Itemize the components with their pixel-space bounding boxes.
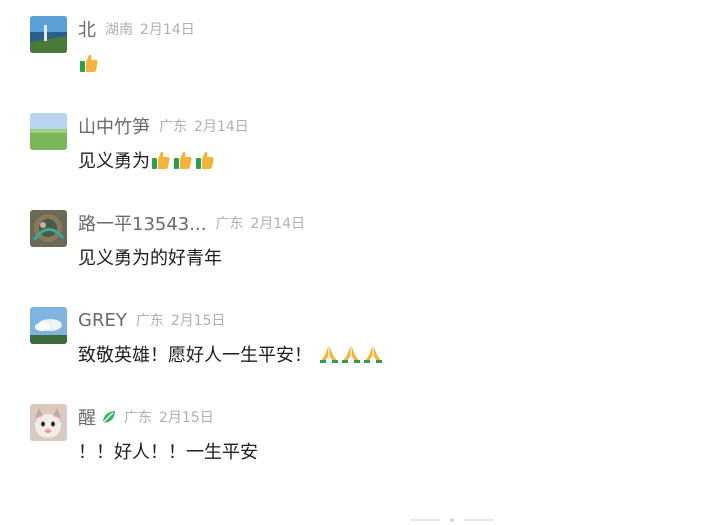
comment-item: 山中竹笋 广东 2月14日 见义勇为 bbox=[30, 113, 690, 173]
scroll-indicator bbox=[410, 518, 494, 522]
comment-header: 路一平13543... 广东 2月14日 bbox=[78, 210, 305, 236]
comment-body: 见义勇为的好青年 bbox=[78, 244, 222, 270]
comment-body: 见义勇为 bbox=[78, 147, 216, 173]
comment-location: 广东 bbox=[124, 410, 152, 426]
comment-body bbox=[78, 50, 100, 76]
avatar[interactable] bbox=[30, 113, 67, 150]
comment-meta: 广东 2月15日 bbox=[136, 310, 226, 330]
comment-item: GREY 广东 2月15日 致敬英雄！愿好人一生平安！ bbox=[30, 307, 690, 367]
comment-meta: 广东 2月15日 bbox=[124, 407, 214, 427]
comment-header: 醒 广东 2月15日 bbox=[78, 404, 214, 430]
avatar[interactable] bbox=[30, 210, 67, 247]
comment-location: 广东 bbox=[135, 313, 164, 329]
comment-date: 2月14日 bbox=[140, 22, 195, 38]
comment-date: 2月14日 bbox=[250, 216, 306, 232]
commenter-name[interactable]: 醒 bbox=[78, 404, 96, 430]
comment-text: 致敬英雄！愿好人一生平安！ bbox=[78, 345, 312, 366]
thumbs-up-icon bbox=[196, 151, 214, 169]
thumbs-up-icon bbox=[152, 151, 170, 169]
praying-hands-icon bbox=[320, 346, 338, 363]
comment-body: ！！好人！！一生平安 bbox=[78, 438, 258, 464]
comment-header: 山中竹笋 广东 2月14日 bbox=[78, 113, 249, 139]
comment-meta: 湖南 2月14日 bbox=[105, 19, 195, 39]
commenter-name[interactable]: 路一平13543... bbox=[78, 210, 206, 236]
commenter-name[interactable]: 山中竹笋 bbox=[78, 113, 150, 139]
comment-text: ！！好人！！一生平安 bbox=[78, 442, 258, 463]
avatar[interactable] bbox=[30, 307, 67, 344]
comment-item: 北 湖南 2月14日 bbox=[30, 16, 690, 76]
comment-item: 醒 广东 2月15日 ！！好人！！一生平安 bbox=[30, 404, 690, 464]
comment-text: 见义勇为 bbox=[78, 151, 150, 172]
avatar[interactable] bbox=[30, 404, 67, 441]
comment-location: 湖南 bbox=[105, 22, 133, 38]
comment-body: 致敬英雄！愿好人一生平安！ bbox=[78, 341, 384, 367]
commenter-name[interactable]: GREY bbox=[78, 310, 127, 331]
comment-text: 见义勇为的好青年 bbox=[78, 248, 222, 269]
avatar[interactable] bbox=[30, 16, 67, 53]
comment-header: 北 湖南 2月14日 bbox=[78, 16, 195, 42]
comment-header: GREY 广东 2月15日 bbox=[78, 307, 226, 333]
thumbs-up-icon bbox=[174, 151, 192, 169]
leaf-icon bbox=[102, 411, 115, 424]
comment-date: 2月14日 bbox=[194, 119, 249, 135]
comment-location: 广东 bbox=[159, 119, 187, 135]
comment-date: 2月15日 bbox=[170, 313, 226, 329]
comment-meta: 广东 2月14日 bbox=[159, 116, 249, 136]
comment-date: 2月15日 bbox=[159, 410, 214, 426]
comment-location: 广东 bbox=[215, 216, 244, 232]
comment-item: 路一平13543... 广东 2月14日 见义勇为的好青年 bbox=[30, 210, 690, 270]
comment-meta: 广东 2月14日 bbox=[215, 213, 305, 233]
thumbs-up-icon bbox=[80, 54, 98, 72]
praying-hands-icon bbox=[364, 346, 382, 363]
commenter-name[interactable]: 北 bbox=[78, 16, 96, 42]
praying-hands-icon bbox=[342, 346, 360, 363]
